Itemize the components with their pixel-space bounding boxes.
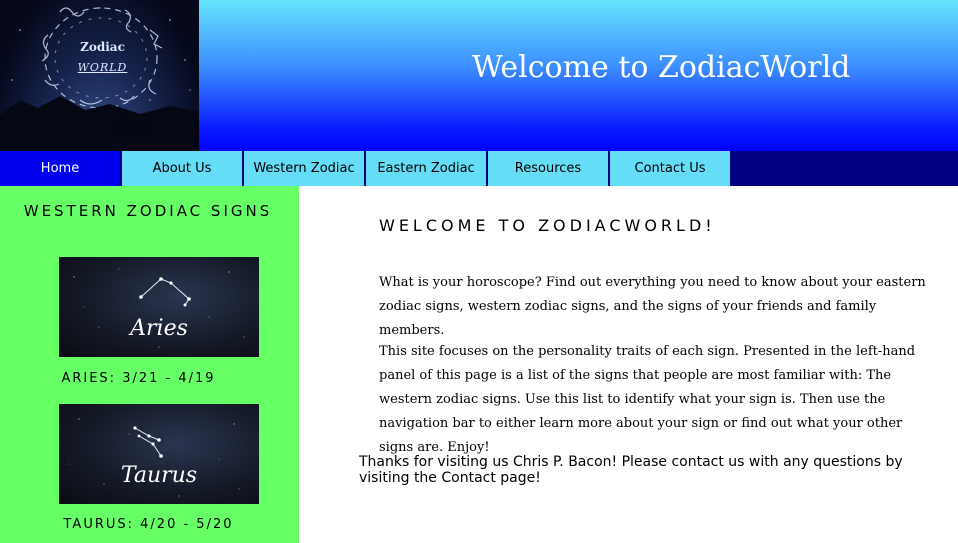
aries-caption: ARIES: 3/21 - 4/19: [61, 371, 216, 386]
nav-home[interactable]: Home: [0, 151, 120, 186]
site-title: Welcome to ZodiacWorld: [472, 50, 851, 85]
main-heading: WELCOME TO ZODIACWORLD!: [379, 216, 716, 235]
thanks-message: Thanks for visiting us Chris P. Bacon! P…: [359, 454, 903, 486]
sidebar-title: WESTERN ZODIAC SIGNS: [23, 202, 273, 220]
site-focus-paragraph: This site focuses on the personality tra…: [379, 344, 916, 455]
logo-artwork: [0, 7, 199, 151]
nav-eastern-zodiac[interactable]: Eastern Zodiac: [366, 151, 486, 186]
navigation-bar: Home About Us Western Zodiac Eastern Zod…: [0, 151, 958, 186]
nav-contact-us[interactable]: Contact Us: [610, 151, 730, 186]
aries-image[interactable]: Aries: [59, 257, 259, 357]
site-logo[interactable]: Zodiac WORLD: [0, 0, 199, 151]
intro-paragraph: What is your horoscope? Find out everyth…: [379, 275, 926, 338]
nav-resources[interactable]: Resources: [488, 151, 608, 186]
taurus-constellation-art: Taurus: [68, 418, 240, 497]
taurus-image[interactable]: Taurus: [59, 404, 259, 504]
taurus-script-label: Taurus: [121, 463, 197, 488]
logo-text-world: WORLD: [77, 61, 128, 74]
nav-western-zodiac[interactable]: Western Zodiac: [244, 151, 364, 186]
nav-about-us[interactable]: About Us: [122, 151, 242, 186]
sidebar: WESTERN ZODIAC SIGNS Aries ARIES: 3/21 -…: [0, 186, 299, 543]
aries-constellation-art: Aries: [73, 268, 245, 348]
logo-text-zodiac: Zodiac: [80, 40, 125, 54]
site-header: Zodiac WORLD Welcome to ZodiacWorld: [0, 0, 958, 151]
taurus-caption: TAURUS: 4/20 - 5/20: [63, 517, 234, 532]
aries-script-label: Aries: [128, 316, 188, 341]
